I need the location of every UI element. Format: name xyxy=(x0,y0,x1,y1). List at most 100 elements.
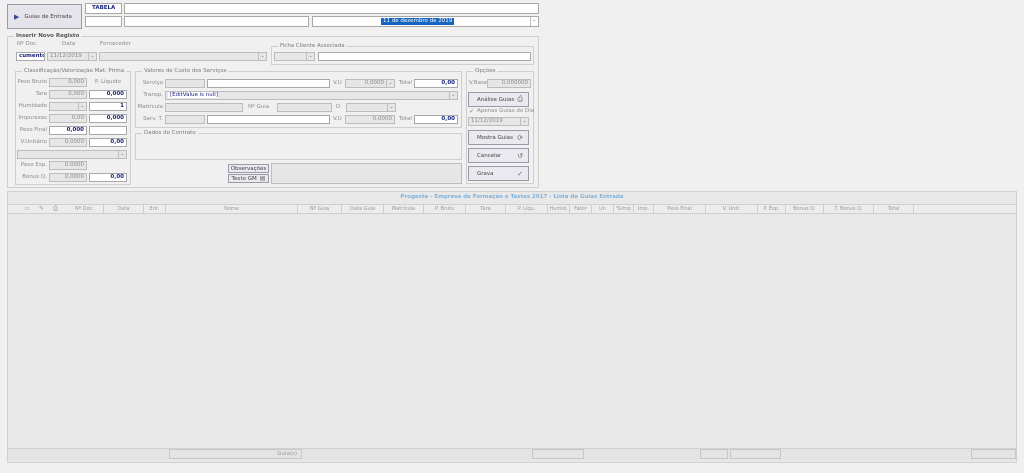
serv-t-code[interactable] xyxy=(165,115,205,124)
observacoes-text[interactable] xyxy=(271,163,462,184)
p-liquido-input[interactable]: 0,000 xyxy=(89,90,127,99)
nguia-input[interactable] xyxy=(277,103,332,112)
v-unitario-input[interactable]: 0,0000 xyxy=(49,138,87,147)
date-picker[interactable]: 11 de dezembro de 2019 ⌄ xyxy=(312,16,539,27)
cancelar-button[interactable]: Cancelar ↺ xyxy=(468,148,529,163)
grava-button[interactable]: Grava ✓ xyxy=(468,166,529,181)
total-input[interactable]: 0,00 xyxy=(414,79,458,88)
apenas-label: Apenas Guias do Dia xyxy=(477,108,535,114)
chevron-down-icon[interactable]: ⌄ xyxy=(78,103,86,110)
humidade-input[interactable]: 1 xyxy=(89,102,127,111)
transp-select[interactable]: [EditValue is null] ⌄ xyxy=(165,91,458,100)
impurezas-input-2[interactable]: 0,000 xyxy=(89,114,127,123)
peso-esp-input[interactable]: 0,0000 xyxy=(49,161,87,170)
classificacao-select[interactable]: ⌄ xyxy=(17,150,127,159)
grid-column-header[interactable]: Imp. xyxy=(634,204,654,214)
peso-final-label: Peso Final xyxy=(19,127,47,133)
tabela-tab[interactable]: TABELA xyxy=(85,3,122,14)
grid-column-header[interactable]: Data xyxy=(104,204,144,214)
toolbar-field-1[interactable] xyxy=(85,16,122,27)
footer-cell-pliq xyxy=(532,449,584,459)
chevron-down-icon[interactable]: ⌄ xyxy=(449,92,457,99)
grid-column-header[interactable]: Data Guia xyxy=(342,204,384,214)
grid-column-header[interactable]: V. Unit. xyxy=(706,204,758,214)
chevron-down-icon[interactable]: ⌄ xyxy=(118,151,126,158)
bonus-input[interactable]: 0,0000 xyxy=(49,173,87,182)
grid-column-header[interactable]: Ent. xyxy=(144,204,166,214)
grid-column-header[interactable]: Tara xyxy=(466,204,506,214)
ndoc-input[interactable]: cumento xyxy=(16,52,45,61)
grid-column-header[interactable]: P. Líqu. xyxy=(506,204,548,214)
apenas-date[interactable]: 11/12/2019 ⌄ xyxy=(468,117,529,126)
humidade-select[interactable]: ⌄ xyxy=(49,102,87,111)
v-unitario-total[interactable]: 0,00 xyxy=(89,138,127,147)
vu-input[interactable]: 0,0000 ⌄ xyxy=(345,79,395,88)
grid-column-header[interactable]: Nº Doc. xyxy=(66,204,104,214)
chevron-down-icon[interactable]: ⌄ xyxy=(530,17,538,26)
grid-column-header[interactable]: %Imp xyxy=(614,204,634,214)
chevron-down-icon[interactable]: ⌄ xyxy=(386,80,394,87)
toolbar-header-field[interactable] xyxy=(124,3,539,14)
d-select[interactable]: ⌄ xyxy=(346,103,396,112)
observacoes-label: Observações xyxy=(230,165,267,172)
chevron-down-icon[interactable]: ⌄ xyxy=(88,53,96,60)
guias-entrada-button[interactable]: ▶ Guias de Entrada xyxy=(7,4,82,29)
analise-guias-button[interactable]: Análise Guias ⎙ xyxy=(468,92,529,107)
peso-final-input[interactable]: 0,000 xyxy=(49,126,87,135)
undo-icon: ↺ xyxy=(517,151,523,160)
peso-final-extra[interactable] xyxy=(89,126,127,135)
vu2-label: V.U xyxy=(333,116,342,122)
bonus-total[interactable]: 0,00 xyxy=(89,173,127,182)
servico-desc[interactable] xyxy=(207,79,330,88)
grid-column-header[interactable]: Nome xyxy=(166,204,298,214)
peso-bruto-input[interactable]: 0,000 xyxy=(49,78,87,87)
mostra-guias-button[interactable]: Mostra Guias ⟳ xyxy=(468,130,529,145)
texto-gm-button[interactable]: Texto GM ▤ xyxy=(228,174,269,183)
peso-esp-label: Peso Esp. xyxy=(20,162,47,168)
vu2-input[interactable]: 0,0000 xyxy=(345,115,395,124)
grid-column-header[interactable]: Un xyxy=(592,204,614,214)
ficha-input[interactable] xyxy=(318,52,531,61)
toolbar-field-2[interactable] xyxy=(124,16,309,27)
chevron-down-icon[interactable]: ⌄ xyxy=(306,53,314,60)
contrato-group: Dados do Contrato xyxy=(135,130,462,160)
grid-column-header[interactable]: T. Bonus Q. xyxy=(824,204,874,214)
fornecedor-label: Fornecedor xyxy=(100,41,131,47)
grid-column-header[interactable]: Peso Final xyxy=(654,204,706,214)
ficha-select[interactable]: ⌄ xyxy=(274,52,315,61)
grid-title: Progeste - Empresa de Formação e Testes … xyxy=(400,194,624,200)
servico-code[interactable] xyxy=(165,79,205,88)
matricula-input[interactable] xyxy=(165,103,243,112)
new-doc-icon[interactable]: ▫ xyxy=(25,205,29,212)
tara-input[interactable]: 0,000 xyxy=(49,90,87,99)
grid-column-header[interactable]: Fator xyxy=(570,204,592,214)
ndoc-label: Nº Doc. xyxy=(17,41,38,47)
grid-column-header[interactable]: Humid. xyxy=(548,204,570,214)
total-label: Total xyxy=(399,80,412,86)
grid-column-header[interactable]: Nº Guia xyxy=(298,204,342,214)
grid-column-header[interactable]: Bonus Q. xyxy=(786,204,824,214)
v-unitario-label: V.Unitário xyxy=(20,139,47,145)
checkmark-icon: ✓ xyxy=(517,169,523,178)
total2-input[interactable]: 0,00 xyxy=(414,115,458,124)
grid-column-header[interactable]: P. Bruto xyxy=(424,204,466,214)
impurezas-input[interactable]: 0,00 xyxy=(49,114,87,123)
date-value: 11 de dezembro de 2019 xyxy=(381,18,455,25)
vbase-input[interactable]: 0,000000 xyxy=(487,79,531,88)
total2-label: Total xyxy=(399,116,412,122)
grid-column-header[interactable]: P. Esp. xyxy=(758,204,786,214)
serv-t-desc[interactable] xyxy=(207,115,330,124)
chevron-down-icon[interactable]: ⌄ xyxy=(387,104,395,111)
chevron-down-icon[interactable]: ⌄ xyxy=(258,53,266,60)
valores-title: Valores de Custo dos Serviços xyxy=(142,68,229,75)
grid-column-header[interactable]: Total xyxy=(874,204,914,214)
chevron-down-icon[interactable]: ⌄ xyxy=(520,118,528,125)
observacoes-button[interactable]: Observações xyxy=(228,164,269,173)
grid-column-header[interactable]: Matrícula xyxy=(384,204,424,214)
fornecedor-input[interactable]: ⌄ xyxy=(99,52,267,61)
data-input[interactable]: 11/12/2019 ⌄ xyxy=(47,52,97,61)
vu-label: V.U xyxy=(333,80,342,86)
checkmark-icon[interactable]: ✓ xyxy=(469,108,474,115)
printer-icon[interactable]: ⎙ xyxy=(53,205,58,213)
edit-icon[interactable]: ✎ xyxy=(39,205,44,212)
